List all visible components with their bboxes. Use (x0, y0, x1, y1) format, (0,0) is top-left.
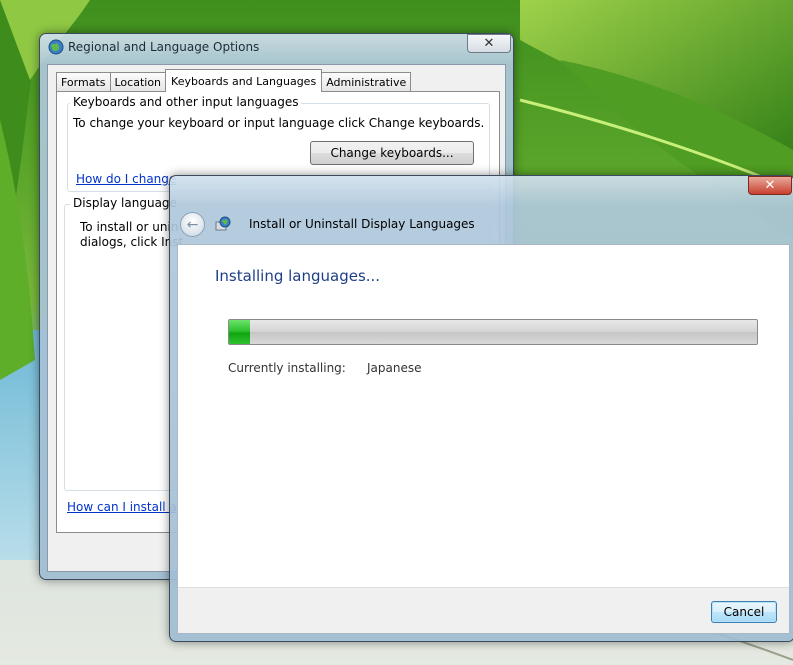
tab-administrative[interactable]: Administrative (321, 72, 412, 92)
display-language-description-1: To install or unin (80, 220, 179, 234)
back-button[interactable]: ← (180, 212, 205, 237)
change-keyboards-button[interactable]: Change keyboards... (310, 141, 474, 165)
installing-heading: Installing languages... (215, 267, 381, 285)
close-icon: ✕ (483, 36, 495, 51)
globe-icon (48, 39, 64, 55)
back-arrow-icon: ← (186, 216, 199, 233)
tab-formats[interactable]: Formats (56, 72, 111, 92)
keyboards-description: To change your keyboard or input languag… (73, 116, 485, 130)
close-button[interactable]: ✕ (467, 34, 511, 53)
progress-fill (229, 320, 251, 344)
currently-installing-label: Currently installing: (228, 361, 346, 375)
tab-strip: Formats Location Keyboards and Languages… (56, 69, 412, 92)
install-progress-bar (228, 319, 758, 345)
tab-location[interactable]: Location (109, 72, 167, 92)
wizard-footer: Cancel (178, 587, 789, 633)
how-install-language-link[interactable]: How can I install a (67, 500, 177, 514)
cancel-button[interactable]: Cancel (711, 601, 777, 623)
display-language-group-title: Display language (70, 196, 180, 210)
wizard-content: Installing languages... Currently instal… (177, 244, 790, 634)
install-display-languages-window: ✕ ← Install or Uninstall Display Languag… (169, 175, 793, 642)
display-language-description-2: dialogs, click Inst (80, 235, 184, 249)
keyboards-group-title: Keyboards and other input languages (70, 95, 302, 109)
window-title: Regional and Language Options (68, 40, 260, 54)
wizard-title: Install or Uninstall Display Languages (249, 217, 475, 231)
wizard-navigation-bar: ← Install or Uninstall Display Languages (170, 176, 793, 244)
language-globe-icon (215, 216, 231, 231)
how-change-keyboard-link[interactable]: How do I change (76, 172, 176, 186)
currently-installing-value: Japanese (367, 361, 422, 375)
tab-keyboards-and-languages[interactable]: Keyboards and Languages (165, 69, 323, 92)
